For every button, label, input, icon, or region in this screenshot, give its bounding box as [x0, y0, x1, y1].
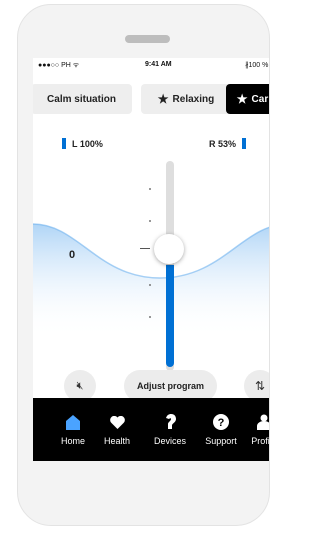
nav-health[interactable]: Health	[95, 398, 139, 461]
volume-value-label: 0	[69, 249, 76, 261]
home-icon	[66, 413, 80, 431]
heart-icon	[109, 413, 125, 431]
scale-dot	[149, 316, 151, 318]
volume-slider-thumb[interactable]	[154, 234, 184, 264]
nav-home[interactable]: Home	[52, 398, 94, 461]
tab-label: Car	[251, 93, 269, 105]
nav-support[interactable]: ? Support	[196, 398, 246, 461]
nav-label: Profile	[251, 436, 270, 446]
battery-text: ∦100 %	[245, 62, 269, 69]
status-bar: ●●●○○ PH ᯤ 9:41 AM ∦100 %	[33, 58, 270, 72]
person-icon	[257, 413, 269, 431]
phone-frame: ●●●○○ PH ᯤ 9:41 AM ∦100 % Calm situation…	[17, 4, 270, 526]
battery-indicator: ∦100 %	[245, 61, 270, 69]
tab-relaxing[interactable]: ★ Relaxing	[141, 84, 231, 114]
scale-dot	[149, 220, 151, 222]
hearing-aid-icon	[164, 413, 176, 431]
battery-icon	[269, 63, 270, 68]
left-level-bar	[62, 138, 66, 149]
app-screen: ●●●○○ PH ᯤ 9:41 AM ∦100 % Calm situation…	[33, 58, 270, 461]
speaker-mute-icon: 🔇︎	[76, 379, 84, 392]
scale-dot	[149, 188, 151, 190]
nav-label: Support	[205, 436, 237, 446]
carrier-signal: ●●●○○ PH ᯤ	[38, 62, 80, 69]
status-time: 9:41 AM	[145, 61, 172, 68]
nav-label: Devices	[153, 436, 186, 446]
sliders-icon: ⇅	[254, 379, 266, 393]
zero-tick	[140, 248, 150, 249]
question-icon: ?	[213, 413, 229, 431]
speaker-slot	[125, 35, 170, 43]
right-channel-indicator: R 53%	[209, 138, 247, 149]
svg-text:?: ?	[218, 417, 225, 429]
right-volume-label: R 53%	[209, 138, 237, 149]
adjust-program-label: Adjust program	[136, 381, 204, 391]
volume-slider-fill	[166, 265, 174, 367]
program-tabs: Calm situation ★ Relaxing ★ Car	[33, 84, 269, 114]
bottom-nav: Home Health Devices ? Support Profi	[33, 398, 270, 461]
nav-label: Health	[103, 436, 130, 446]
volume-wave	[33, 223, 269, 338]
tab-calm-situation[interactable]: Calm situation	[33, 84, 132, 114]
nav-label: Home	[60, 436, 85, 446]
right-level-bar	[242, 138, 247, 149]
left-channel-indicator: L 100%	[62, 138, 103, 149]
star-icon: ★	[236, 92, 248, 106]
tab-car[interactable]: ★ Car	[226, 84, 269, 114]
tab-label: Relaxing	[172, 93, 215, 105]
nav-devices[interactable]: Devices	[143, 398, 197, 461]
scale-dot	[149, 284, 151, 286]
left-volume-label: L 100%	[72, 138, 103, 149]
star-icon: ★	[157, 92, 169, 106]
nav-profile[interactable]: Profile	[243, 398, 270, 461]
tab-label: Calm situation	[47, 93, 116, 105]
